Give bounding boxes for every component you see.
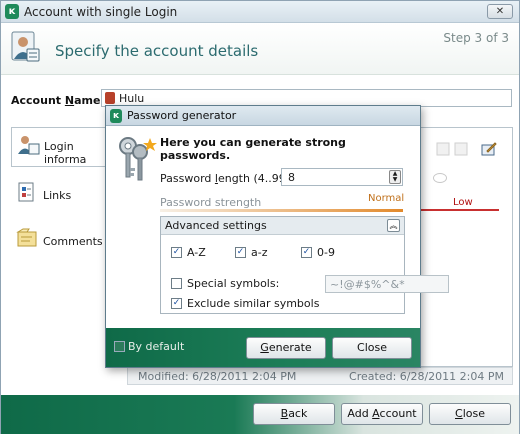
account-favicon-icon	[105, 92, 115, 104]
keys-icon	[119, 137, 157, 181]
collapse-chevron-icon[interactable]: ︽	[387, 219, 400, 232]
add-account-button[interactable]: Add Account	[341, 403, 423, 425]
dialog-title: Password generator	[127, 109, 237, 122]
advanced-settings-panel: Advanced settings ︽ ✓ A-Z ✓ a-z ✓ 0-9 Sp…	[160, 216, 449, 314]
length-spinner[interactable]: ▲ ▼	[389, 170, 401, 184]
nav-item-login[interactable]: Login informa	[11, 127, 106, 167]
special-symbols-label: Special symbols:	[187, 277, 280, 290]
user-card-icon	[18, 136, 40, 155]
login-strength-bar	[419, 209, 499, 211]
dialog-body: Here you can generate strong passwords. …	[106, 126, 449, 328]
comments-icon	[16, 228, 37, 247]
app-logo-icon: ĸ	[5, 4, 19, 19]
edit-note-icon[interactable]	[481, 141, 497, 157]
password-length-input[interactable]: 8 ▲ ▼	[281, 168, 403, 186]
nav-item-comments-label: Comments	[43, 235, 103, 248]
exclude-similar-checkbox[interactable]: ✓	[171, 298, 182, 309]
nav-item-links-label: Links	[43, 189, 72, 202]
digits-label: 0-9	[317, 246, 335, 259]
window-close-button[interactable]: ✕	[487, 4, 513, 19]
password-strength-value: Normal	[368, 193, 405, 204]
account-card-icon	[11, 31, 40, 62]
login-strength-value: Low	[453, 197, 473, 208]
by-default-checkbox[interactable]	[114, 341, 125, 352]
back-button[interactable]: Back	[253, 403, 335, 425]
lowercase-label: a-z	[251, 246, 268, 259]
special-symbols-checkbox[interactable]	[171, 278, 182, 289]
step-indicator: Step 3 of 3	[443, 31, 509, 45]
status-bar: Modified: 6/28/2011 2:04 PM Created: 6/2…	[127, 367, 513, 385]
advanced-settings-label: Advanced settings	[165, 219, 267, 232]
by-default-label: By default	[128, 340, 185, 353]
account-name-label: Account Name:	[11, 94, 105, 107]
digits-checkbox[interactable]: ✓	[301, 247, 312, 258]
password-length-label: Password length (4..99):	[160, 172, 294, 185]
nav-item-comments[interactable]: Comments	[11, 223, 106, 263]
window-title: Account with single Login	[24, 5, 178, 19]
exclude-similar-label: Exclude similar symbols	[187, 297, 320, 310]
nav-item-login-label: Login informa	[44, 140, 87, 166]
lowercase-checkbox[interactable]: ✓	[235, 247, 246, 258]
close-button[interactable]: Close	[429, 403, 511, 425]
password-strength-bar	[160, 209, 403, 212]
dialog-close-button[interactable]: Close	[332, 337, 412, 359]
generate-button[interactable]: Generate	[246, 337, 326, 359]
window-titlebar: ĸ Account with single Login ✕	[1, 1, 519, 23]
password-length-value: 8	[288, 171, 295, 184]
dialog-footer: By default Generate Close	[106, 328, 420, 367]
dialog-app-icon: ĸ	[110, 109, 122, 123]
created-date: Created: 6/28/2011 2:04 PM	[349, 370, 504, 383]
password-generator-dialog: ĸ Password generator Here you can genera…	[105, 105, 449, 368]
wizard-footer: Back Add Account Close	[1, 395, 519, 434]
wizard-header: Specify the account details Step 3 of 3	[1, 23, 519, 75]
dialog-heading: Here you can generate strong passwords.	[160, 136, 346, 162]
advanced-settings-header[interactable]: Advanced settings ︽	[161, 217, 404, 235]
copy-icon[interactable]	[435, 141, 475, 157]
special-symbols-input[interactable]: ~!@#$%^&*	[325, 275, 449, 293]
uppercase-checkbox[interactable]: ✓	[171, 247, 182, 258]
account-name-value: Hulu	[119, 92, 145, 105]
show-password-icon[interactable]	[433, 173, 447, 183]
links-icon	[18, 182, 34, 202]
nav-item-links[interactable]: Links	[11, 177, 106, 217]
uppercase-label: A-Z	[187, 246, 206, 259]
special-symbols-value: ~!@#$%^&*	[330, 278, 405, 291]
modified-date: Modified: 6/28/2011 2:04 PM	[138, 370, 297, 383]
password-strength-label: Password strength	[160, 196, 262, 209]
page-title: Specify the account details	[55, 42, 259, 60]
dialog-titlebar: ĸ Password generator	[106, 106, 420, 126]
